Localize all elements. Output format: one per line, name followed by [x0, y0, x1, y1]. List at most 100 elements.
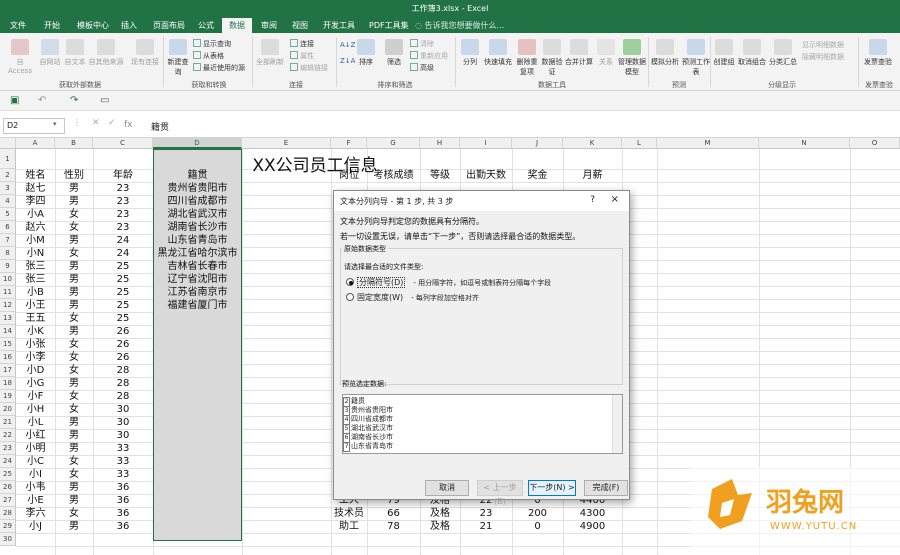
table-cell[interactable]: 吉林省长春市 [153, 261, 242, 274]
header-cell[interactable]: 籍贯 [153, 170, 242, 183]
table-cell[interactable]: 女 [55, 248, 93, 261]
row-header[interactable]: 29 [0, 520, 16, 533]
table-cell[interactable]: 36 [93, 521, 153, 534]
row-header[interactable]: 23 [0, 442, 16, 455]
table-cell[interactable]: 小L [16, 417, 55, 430]
table-cell[interactable]: 66 [367, 508, 420, 521]
forecast-sheet-button[interactable]: 预测工作表 [682, 39, 710, 77]
table-cell[interactable]: 李六 [16, 508, 55, 521]
header-cell[interactable]: 出勤天数 [460, 170, 512, 183]
from-table-button[interactable]: 从表格 [193, 51, 224, 61]
tab-pdf[interactable]: PDF工具集 [362, 18, 416, 33]
table-cell[interactable]: 男 [55, 300, 93, 313]
table-cell[interactable]: 女 [55, 469, 93, 482]
table-cell[interactable]: 小李 [16, 352, 55, 365]
remove-duplicates-button[interactable]: 删除重复项 [515, 39, 539, 77]
row-header[interactable]: 19 [0, 390, 16, 403]
table-cell[interactable]: 36 [93, 482, 153, 495]
table-cell[interactable]: 女 [55, 222, 93, 235]
column-header-l[interactable]: L [622, 138, 657, 149]
cancel-icon[interactable]: ✕ [92, 118, 100, 128]
table-cell[interactable]: 女 [55, 209, 93, 222]
table-cell[interactable]: 33 [93, 456, 153, 469]
preview-scrollbar[interactable] [612, 395, 622, 453]
show-query-button[interactable]: 显示查询 [193, 39, 231, 49]
row-header[interactable]: 9 [0, 260, 16, 273]
customize-icon[interactable]: ▭ [100, 95, 109, 106]
consolidate-button[interactable]: 合并计算 [565, 39, 593, 67]
row-header[interactable]: 10 [0, 273, 16, 286]
table-cell[interactable]: 山东省青岛市 [153, 235, 242, 248]
what-if-analysis-button[interactable]: 模拟分析 [650, 39, 680, 67]
table-cell[interactable]: 36 [93, 508, 153, 521]
row-header[interactable]: 22 [0, 429, 16, 442]
from-text-button[interactable]: 自文本 [63, 39, 87, 67]
table-cell[interactable]: 24 [93, 235, 153, 248]
from-other-button[interactable]: 自其他来源 [88, 39, 124, 67]
row-header[interactable]: 5 [0, 208, 16, 221]
column-header-e[interactable]: E [242, 138, 331, 149]
row-header[interactable]: 12 [0, 299, 16, 312]
row-header[interactable]: 26 [0, 481, 16, 494]
from-web-button[interactable]: 自网站 [38, 39, 62, 67]
header-cell[interactable]: 考核成绩 [367, 170, 420, 183]
table-cell[interactable]: 小C [16, 456, 55, 469]
tab-data[interactable]: 数据 [222, 18, 252, 33]
table-cell[interactable]: 小H [16, 404, 55, 417]
tab-home[interactable]: 开始 [37, 18, 67, 33]
advanced-filter-button[interactable]: 高级 [410, 63, 434, 73]
table-cell[interactable]: 张三 [16, 261, 55, 274]
select-all-corner[interactable] [0, 138, 16, 149]
column-header-h[interactable]: H [420, 138, 460, 149]
header-cell[interactable]: 岗位 [331, 170, 367, 183]
table-cell[interactable]: 25 [93, 287, 153, 300]
tab-developer[interactable]: 开发工具 [316, 18, 362, 33]
table-cell[interactable]: 小G [16, 378, 55, 391]
table-cell[interactable]: 0 [512, 521, 563, 534]
tab-insert[interactable]: 插入 [114, 18, 144, 33]
new-query-button[interactable]: 新建查询 [166, 39, 190, 77]
table-cell[interactable]: 33 [93, 443, 153, 456]
table-cell[interactable]: 25 [93, 313, 153, 326]
table-cell[interactable]: 四川省成都市 [153, 196, 242, 209]
table-cell[interactable]: 小F [16, 391, 55, 404]
row-header[interactable]: 11 [0, 286, 16, 299]
column-header-k[interactable]: K [563, 138, 622, 149]
tab-file[interactable]: 文件 [3, 18, 33, 33]
table-cell[interactable]: 26 [93, 339, 153, 352]
table-cell[interactable]: 小M [16, 235, 55, 248]
tab-view[interactable]: 视图 [285, 18, 315, 33]
manage-data-model-button[interactable]: 管理数据模型 [618, 39, 646, 77]
table-cell[interactable]: 王五 [16, 313, 55, 326]
header-cell[interactable]: 奖金 [512, 170, 563, 183]
row-header[interactable]: 21 [0, 416, 16, 429]
table-cell[interactable]: 24 [93, 248, 153, 261]
from-access-button[interactable]: 自 Access [6, 39, 34, 75]
header-cell[interactable]: 性别 [55, 170, 93, 183]
help-button[interactable]: ? [590, 195, 595, 205]
row-header[interactable]: 17 [0, 364, 16, 377]
tab-page-layout[interactable]: 页面布局 [146, 18, 192, 33]
table-cell[interactable]: 女 [55, 508, 93, 521]
row-header[interactable]: 13 [0, 312, 16, 325]
row-header[interactable]: 16 [0, 351, 16, 364]
table-cell[interactable]: 黑龙江省哈尔滨市 [153, 248, 242, 261]
reapply-button[interactable]: 重新应用 [410, 51, 448, 61]
header-cell[interactable]: 等级 [420, 170, 460, 183]
table-cell[interactable]: 小D [16, 365, 55, 378]
show-detail-button[interactable]: 显示明细数据 [802, 40, 844, 50]
sort-button[interactable]: 排序 [354, 39, 378, 67]
preview-box[interactable]: 2 籍贯 3 贵州省贵阳市 4 四川省成都市 5 湖北省武汉市 6 湖南省长沙市 7 山东省青岛市 [342, 394, 623, 454]
table-cell[interactable]: 25 [93, 300, 153, 313]
next-button[interactable]: 下一步(N) > [528, 480, 576, 496]
row-header[interactable]: 30 [0, 533, 16, 546]
table-cell[interactable]: 赵六 [16, 222, 55, 235]
header-cell[interactable]: 年龄 [93, 170, 153, 183]
table-cell[interactable]: 23 [460, 508, 512, 521]
table-cell[interactable]: 女 [55, 339, 93, 352]
redo-icon[interactable]: ↷ [70, 95, 78, 106]
ungroup-button[interactable]: 取消组合 [738, 39, 766, 67]
row-header[interactable]: 2 [0, 169, 16, 182]
row-header[interactable]: 7 [0, 234, 16, 247]
row-header[interactable]: 8 [0, 247, 16, 260]
